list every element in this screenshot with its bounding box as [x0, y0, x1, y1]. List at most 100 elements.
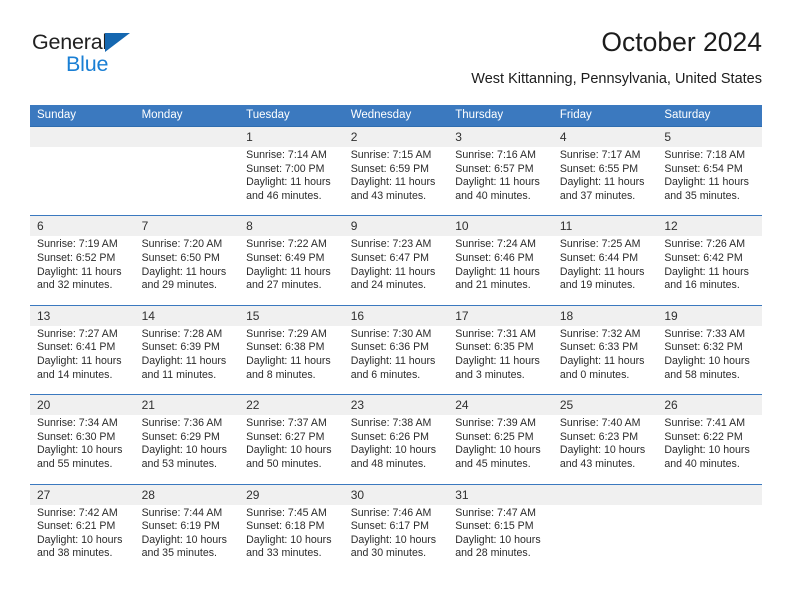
general-blue-logo[interactable]: General Blue — [30, 30, 230, 86]
day-number-cell[interactable]: 13 — [30, 304, 135, 326]
day-number-cell[interactable]: 17 — [448, 304, 553, 326]
day-number-cell[interactable]: 12 — [657, 215, 762, 237]
day-detail-cell[interactable]: Sunrise: 7:24 AM Sunset: 6:46 PM Daylight:… — [448, 236, 553, 306]
day-detail-cell[interactable]: Sunrise: 7:23 AM Sunset: 6:47 PM Daylight:… — [343, 236, 449, 306]
day-number-cell[interactable]: 25 — [552, 394, 658, 416]
calendar-header-row: Sunday Monday Tuesday Wednesday Thursday… — [30, 105, 762, 127]
day-number-cell[interactable]: 20 — [30, 394, 135, 416]
day-detail-cell[interactable]: Sunrise: 7:37 AM Sunset: 6:27 PM Daylight:… — [239, 415, 344, 484]
week-date-row: 13 14 15 16 17 18 19 — [30, 304, 762, 326]
day-number-cell[interactable]: 2 — [343, 126, 449, 147]
day-detail-cell[interactable]: Sunrise: 7:36 AM Sunset: 6:29 PM Daylight:… — [134, 415, 240, 484]
sunset-time: Sunset: 6:19 PM — [141, 520, 220, 533]
day-detail-cell[interactable]: Sunrise: 7:42 AM Sunset: 6:21 PM Daylight:… — [30, 504, 135, 573]
daylight-duration-line2: and 8 minutes. — [246, 368, 316, 381]
day-number-cell[interactable]: 31 — [448, 483, 553, 505]
day-number-cell[interactable]: 10 — [448, 215, 553, 237]
day-number-cell[interactable]: 30 — [343, 483, 449, 505]
day-detail-cell[interactable]: Sunrise: 7:18 AM Sunset: 6:54 PM Daylight:… — [657, 147, 762, 216]
day-number-cell[interactable]: 18 — [552, 304, 658, 326]
day-detail-cell[interactable]: Sunrise: 7:47 AM Sunset: 6:15 PM Daylight:… — [448, 504, 553, 573]
day-number-cell[interactable]: 23 — [343, 394, 449, 416]
day-number-cell[interactable]: 11 — [552, 215, 658, 237]
day-number-cell[interactable]: 27 — [30, 483, 135, 505]
logo-text-general: General — [32, 30, 108, 54]
sunset-time: Sunset: 6:39 PM — [141, 341, 220, 354]
day-number-cell[interactable]: 22 — [239, 394, 344, 416]
day-number-cell[interactable]: 5 — [657, 126, 762, 147]
day-detail-cell[interactable]: Sunrise: 7:30 AM Sunset: 6:36 PM Daylight:… — [343, 325, 449, 395]
day-detail-cell[interactable]: Sunrise: 7:33 AM Sunset: 6:32 PM Daylight:… — [657, 325, 762, 395]
day-number-cell[interactable]: 29 — [239, 483, 344, 505]
day-detail-cell[interactable]: Sunrise: 7:26 AM Sunset: 6:42 PM Daylight:… — [657, 236, 762, 306]
sunset-time: Sunset: 6:35 PM — [455, 341, 534, 354]
day-number-cell[interactable]: 21 — [134, 394, 240, 416]
day-detail-cell[interactable]: Sunrise: 7:27 AM Sunset: 6:41 PM Daylight:… — [30, 325, 135, 395]
day-detail-cell[interactable]: Sunrise: 7:39 AM Sunset: 6:25 PM Daylight:… — [448, 415, 553, 484]
sunrise-time: Sunrise: 7:18 AM — [664, 149, 746, 161]
day-detail-cell[interactable]: Sunrise: 7:29 AM Sunset: 6:38 PM Daylight:… — [239, 325, 344, 395]
day-number-cell[interactable]: 4 — [552, 126, 658, 147]
sunrise-time: Sunrise: 7:16 AM — [455, 149, 536, 161]
daylight-duration-line1: Daylight: 11 hours — [246, 265, 331, 278]
day-detail-cell[interactable]: Sunrise: 7:16 AM Sunset: 6:57 PM Daylight:… — [448, 147, 553, 216]
week-info-row: Sunrise: 7:14 AM Sunset: 7:00 PM Daylight:… — [30, 147, 762, 216]
day-detail-cell[interactable]: Sunrise: 7:20 AM Sunset: 6:50 PM Daylight:… — [134, 236, 240, 306]
page-header: General Blue October 2024 West Kittannin… — [30, 26, 762, 96]
daylight-duration-line1: Daylight: 10 hours — [37, 533, 123, 546]
daylight-duration-line2: and 58 minutes. — [664, 368, 740, 381]
day-detail-cell[interactable]: Sunrise: 7:22 AM Sunset: 6:49 PM Daylight:… — [239, 236, 344, 306]
daylight-duration-line1: Daylight: 10 hours — [664, 444, 750, 457]
daylight-duration-line1: Daylight: 10 hours — [141, 533, 227, 546]
day-detail-cell[interactable]: Sunrise: 7:40 AM Sunset: 6:23 PM Daylight:… — [552, 415, 658, 484]
sunrise-time: Sunrise: 7:40 AM — [559, 417, 641, 430]
sunrise-time: Sunrise: 7:26 AM — [664, 238, 746, 251]
day-number-cell[interactable]: 28 — [134, 483, 240, 505]
day-detail-cell[interactable]: Sunrise: 7:15 AM Sunset: 6:59 PM Daylight:… — [343, 147, 449, 216]
daylight-duration-line1: Daylight: 10 hours — [37, 444, 123, 457]
day-detail-cell[interactable]: Sunrise: 7:46 AM Sunset: 6:17 PM Daylight:… — [343, 504, 449, 573]
day-number-cell[interactable]: 14 — [134, 304, 240, 326]
day-detail-cell[interactable]: Sunrise: 7:45 AM Sunset: 6:18 PM Daylight:… — [239, 504, 344, 573]
day-number-cell[interactable]: 26 — [657, 394, 762, 416]
day-detail-cell[interactable]: Sunrise: 7:31 AM Sunset: 6:35 PM Daylight:… — [448, 325, 553, 395]
day-detail-cell[interactable]: Sunrise: 7:25 AM Sunset: 6:44 PM Daylight:… — [552, 236, 658, 306]
day-detail-cell[interactable]: Sunrise: 7:28 AM Sunset: 6:39 PM Daylight:… — [134, 325, 240, 395]
daylight-duration-line2: and 48 minutes. — [350, 457, 427, 470]
daylight-duration-line2: and 43 minutes. — [350, 189, 427, 202]
day-number-cell[interactable]: 24 — [448, 394, 553, 416]
sunrise-time: Sunrise: 7:28 AM — [141, 327, 223, 340]
sunrise-time: Sunrise: 7:36 AM — [141, 417, 223, 430]
day-detail-cell[interactable]: Sunrise: 7:32 AM Sunset: 6:33 PM Daylight:… — [552, 325, 658, 395]
daylight-duration-line2: and 45 minutes. — [455, 457, 531, 470]
daylight-duration-line1: Daylight: 11 hours — [141, 354, 227, 367]
sunset-time: Sunset: 6:22 PM — [664, 430, 743, 443]
day-detail-cell[interactable]: Sunrise: 7:38 AM Sunset: 6:26 PM Daylight:… — [343, 415, 449, 484]
daylight-duration-line1: Daylight: 11 hours — [455, 265, 540, 278]
day-detail-cell[interactable]: Sunrise: 7:41 AM Sunset: 6:22 PM Daylight:… — [657, 415, 762, 484]
day-number-cell[interactable]: 15 — [239, 304, 344, 326]
day-number-cell[interactable]: 6 — [30, 215, 135, 237]
day-number-cell[interactable]: 16 — [343, 304, 449, 326]
day-number-cell[interactable]: 9 — [343, 215, 449, 237]
sunrise-time: Sunrise: 7:39 AM — [455, 417, 536, 430]
day-number-cell[interactable]: 7 — [134, 215, 240, 237]
daylight-duration-line2: and 24 minutes. — [350, 279, 427, 292]
day-detail-cell[interactable]: Sunrise: 7:14 AM Sunset: 7:00 PM Daylight:… — [239, 147, 344, 216]
day-number-cell[interactable]: 3 — [448, 126, 553, 147]
day-number-cell[interactable]: 19 — [657, 304, 762, 326]
day-detail-cell[interactable]: Sunrise: 7:19 AM Sunset: 6:52 PM Daylight:… — [30, 236, 135, 306]
daylight-duration-line1: Daylight: 11 hours — [455, 354, 540, 367]
sunset-time: Sunset: 6:33 PM — [559, 341, 639, 354]
day-detail-cell[interactable]: Sunrise: 7:34 AM Sunset: 6:30 PM Daylight:… — [30, 415, 135, 484]
sunset-time: Sunset: 6:26 PM — [350, 430, 430, 443]
sunrise-time: Sunrise: 7:44 AM — [141, 506, 223, 519]
day-detail-cell[interactable]: Sunrise: 7:17 AM Sunset: 6:55 PM Daylight:… — [552, 147, 658, 216]
sunset-time: Sunset: 6:36 PM — [350, 341, 430, 354]
day-number-cell[interactable]: 1 — [239, 126, 344, 147]
week-date-row: 12345 — [30, 126, 762, 147]
sunset-time: Sunset: 6:17 PM — [350, 520, 430, 533]
daylight-duration-line2: and 33 minutes. — [246, 547, 322, 560]
day-number-cell[interactable]: 8 — [239, 215, 344, 237]
day-detail-cell[interactable]: Sunrise: 7:44 AM Sunset: 6:19 PM Daylight:… — [134, 504, 240, 573]
